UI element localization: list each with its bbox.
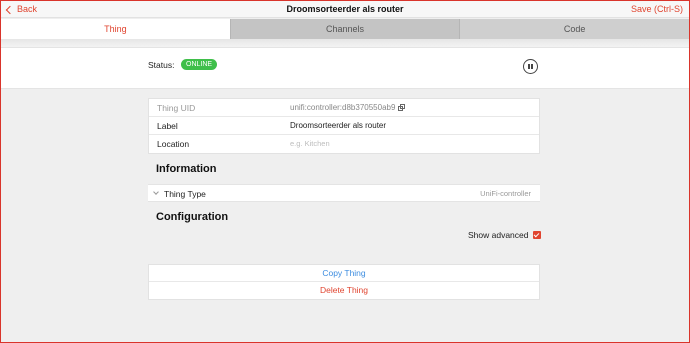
uid-value-wrap: unifi:controller:d8b370550ab9: [290, 103, 406, 112]
show-advanced-toggle[interactable]: Show advanced: [468, 230, 541, 240]
tab-bar: Thing Channels Code: [1, 19, 689, 39]
label-label: Label: [157, 121, 178, 131]
app-window: Back Droomsorteerder als router Save (Ct…: [0, 0, 690, 343]
status-badge: ONLINE: [181, 59, 218, 70]
tab-thing[interactable]: Thing: [1, 19, 230, 39]
navbar: Back Droomsorteerder als router Save (Ct…: [1, 1, 689, 18]
thing-type-row[interactable]: Thing Type UniFi-controller: [148, 184, 540, 202]
actions-list: Copy Thing Delete Thing: [148, 264, 540, 300]
location-label: Location: [157, 139, 190, 149]
pause-bar-right: [531, 64, 533, 69]
uid-value: unifi:controller:d8b370550ab9: [290, 103, 396, 112]
information-heading: Information: [156, 163, 217, 175]
tab-code[interactable]: Code: [459, 19, 689, 39]
label-row: Label Droomsorteerder als router: [149, 117, 539, 135]
uid-label: Thing UID: [157, 103, 196, 113]
thing-type-value: UniFi-controller: [480, 189, 531, 198]
page-title: Droomsorteerder als router: [286, 4, 404, 14]
uid-row: Thing UID unifi:controller:d8b370550ab9: [149, 99, 539, 117]
chevron-down-icon: [153, 189, 159, 195]
tab-divider: [1, 39, 689, 47]
save-button[interactable]: Save (Ctrl-S): [631, 4, 683, 14]
thing-form: Thing UID unifi:controller:d8b370550ab9 …: [148, 98, 540, 154]
show-advanced-checkbox[interactable]: [532, 231, 541, 239]
status-panel: Status: ONLINE: [1, 47, 689, 89]
thing-type-label: Thing Type: [164, 189, 206, 199]
tab-channels[interactable]: Channels: [229, 19, 460, 39]
pause-circle-icon[interactable]: [523, 59, 538, 74]
status-label: Status:: [148, 60, 175, 70]
copy-thing-button[interactable]: Copy Thing: [149, 265, 539, 282]
location-field[interactable]: e.g. Kitchen: [290, 139, 330, 148]
location-row: Location e.g. Kitchen: [149, 135, 539, 153]
copy-icon[interactable]: [398, 104, 406, 111]
configuration-heading: Configuration: [156, 211, 229, 223]
label-field[interactable]: Droomsorteerder als router: [290, 121, 386, 130]
show-advanced-label: Show advanced: [468, 230, 529, 240]
delete-thing-button[interactable]: Delete Thing: [149, 282, 539, 299]
pause-bar-left: [528, 64, 530, 69]
